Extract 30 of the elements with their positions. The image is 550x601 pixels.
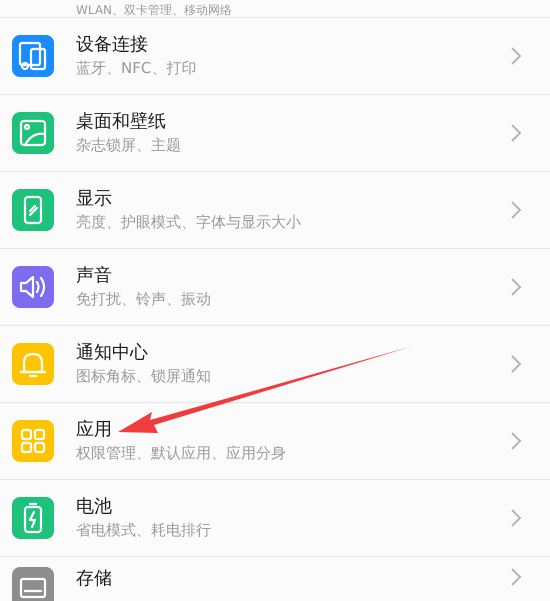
chevron-right-icon bbox=[510, 431, 522, 451]
setting-title: 存储 bbox=[76, 567, 112, 591]
setting-title: 通知中心 bbox=[76, 341, 149, 365]
settings-row[interactable]: 显示 亮度、护眼模式、字体与显示大小 bbox=[0, 171, 550, 248]
chevron-right-icon bbox=[510, 46, 522, 66]
chevron-right-icon bbox=[510, 508, 522, 528]
chevron-right-icon bbox=[510, 123, 522, 143]
chevron-right-icon bbox=[510, 200, 522, 220]
settings-row[interactable]: 桌面和壁纸 杂志锁屏、主题 bbox=[0, 94, 550, 171]
setting-title: 显示 bbox=[76, 187, 113, 211]
settings-row[interactable]: 存储 bbox=[0, 556, 550, 601]
setting-title: 桌面和壁纸 bbox=[76, 110, 167, 134]
setting-subtitle: 权限管理、默认应用、应用分身 bbox=[76, 443, 286, 464]
setting-title: 应用 bbox=[76, 418, 113, 442]
settings-row[interactable]: 设备连接 蓝牙、NFC、打印 bbox=[0, 17, 550, 94]
settings-row[interactable]: 声音 免打扰、铃声、振动 bbox=[0, 248, 550, 325]
setting-subtitle: 杂志锁屏、主题 bbox=[76, 135, 181, 156]
chevron-right-icon bbox=[510, 567, 522, 587]
setting-subtitle: WLAN、双卡管理、移动网络 bbox=[76, 3, 232, 17]
setting-subtitle: 省电模式、耗电排行 bbox=[76, 520, 211, 541]
setting-title: 声音 bbox=[76, 264, 113, 288]
setting-title: 电池 bbox=[76, 495, 113, 519]
setting-title: 设备连接 bbox=[76, 33, 149, 57]
setting-subtitle: 亮度、护眼模式、字体与显示大小 bbox=[76, 212, 301, 233]
chevron-right-icon bbox=[510, 354, 522, 374]
setting-subtitle: 图标角标、锁屏通知 bbox=[76, 366, 211, 387]
setting-subtitle: 蓝牙、NFC、打印 bbox=[76, 58, 196, 79]
settings-row[interactable]: 电池 省电模式、耗电排行 bbox=[0, 479, 550, 556]
setting-subtitle: 免打扰、铃声、振动 bbox=[76, 289, 211, 310]
chevron-right-icon bbox=[510, 277, 522, 297]
